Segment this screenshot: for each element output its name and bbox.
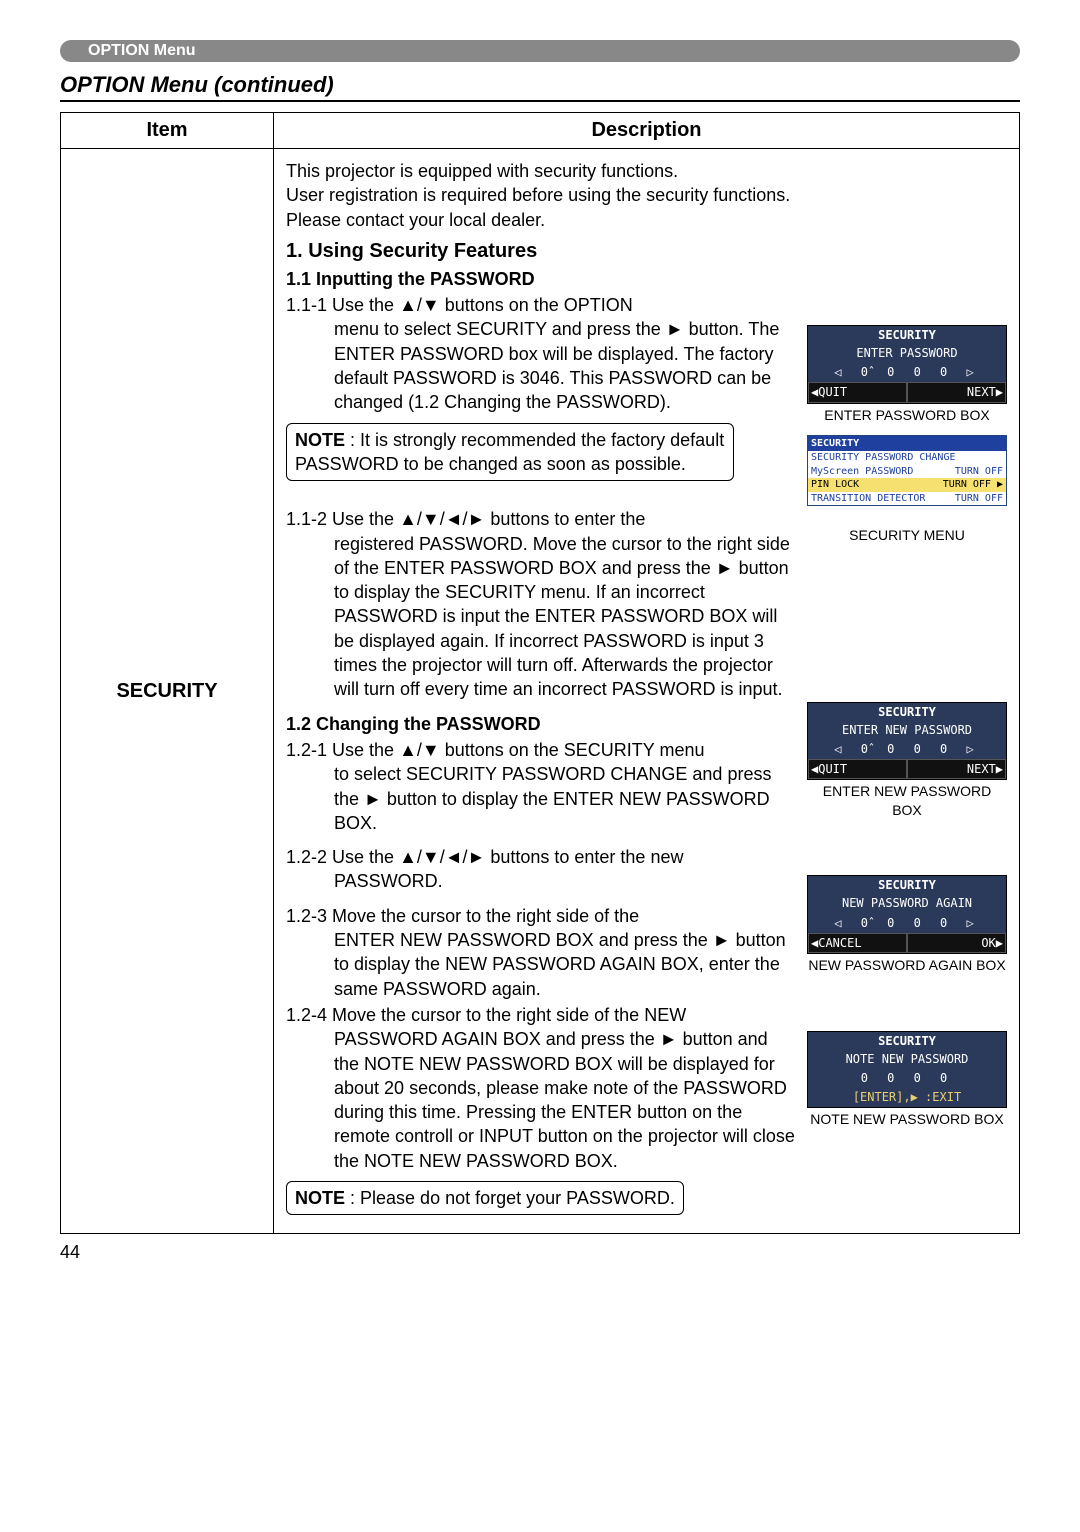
figure-new-password-again-box: SECURITY NEW PASSWORD AGAIN ◁ 0̂ 0 0 0 ▷…	[807, 875, 1007, 954]
step-1-1-2-body: registered PASSWORD. Move the cursor to …	[286, 532, 797, 702]
step-1-2-1-body: to select SECURITY PASSWORD CHANGE and p…	[286, 762, 797, 835]
figure-1-caption: ENTER PASSWORD BOX	[807, 406, 1007, 425]
heading-using-security: 1. Using Security Features	[286, 238, 1007, 265]
header-tab: OPTION Menu	[60, 40, 1020, 62]
header-tab-label: OPTION Menu	[74, 40, 210, 62]
note-1-label: NOTE	[295, 430, 345, 450]
step-1-2-4-body: PASSWORD AGAIN BOX and press the ► butto…	[286, 1027, 797, 1173]
figure-5-caption: NOTE NEW PASSWORD BOX	[807, 1110, 1007, 1129]
step-1-1-1-body: menu to select SECURITY and press the ► …	[286, 317, 797, 414]
note-1-text: : It is strongly recommended the factory…	[295, 430, 724, 474]
figure-4-caption: NEW PASSWORD AGAIN BOX	[807, 956, 1007, 975]
step-1-2-4-head: 1.2-4 Move the cursor to the right side …	[286, 1003, 797, 1027]
col-header-description: Description	[274, 113, 1020, 149]
step-1-2-2-body: PASSWORD.	[286, 869, 797, 893]
heading-changing-password: 1.2 Changing the PASSWORD	[286, 712, 797, 736]
figure-2-caption: SECURITY MENU	[807, 526, 1007, 545]
step-1-2-3-head: 1.2-3 Move the cursor to the right side …	[286, 904, 797, 928]
figure-enter-password-box: SECURITY ENTER PASSWORD ◁ 0̂ 0 0 0 ▷ ◀QU…	[807, 325, 1007, 404]
note-2-label: NOTE	[295, 1188, 345, 1208]
note-2-text: : Please do not forget your PASSWORD.	[345, 1188, 675, 1208]
page-number: 44	[60, 1242, 1020, 1263]
figure-3-caption: ENTER NEW PASSWORD BOX	[807, 782, 1007, 820]
section-title: OPTION Menu (continued)	[60, 68, 1020, 102]
step-1-1-1-head: 1.1-1 Use the ▲/▼ buttons on the OPTION	[286, 293, 797, 317]
figure-security-menu: SECURITY SECURITY PASSWORD CHANGE MyScre…	[807, 435, 1007, 507]
row-item-name: SECURITY	[61, 149, 274, 1234]
step-1-2-2-head: 1.2-2 Use the ▲/▼/◄/► buttons to enter t…	[286, 845, 797, 869]
col-header-item: Item	[61, 113, 274, 149]
figure-note-new-password-box: SECURITY NOTE NEW PASSWORD 0 0 0 0 [ENTE…	[807, 1031, 1007, 1108]
figure-enter-new-password-box: SECURITY ENTER NEW PASSWORD ◁ 0̂ 0 0 0 ▷…	[807, 702, 1007, 781]
step-1-2-3-body: ENTER NEW PASSWORD BOX and press the ► b…	[286, 928, 797, 1001]
note-box-2: NOTE : Please do not forget your PASSWOR…	[286, 1181, 684, 1215]
step-1-1-2-head: 1.1-2 Use the ▲/▼/◄/► buttons to enter t…	[286, 507, 797, 531]
heading-inputting-password: 1.1 Inputting the PASSWORD	[286, 267, 797, 291]
intro-text: This projector is equipped with security…	[286, 159, 1007, 232]
security-table: Item Description SECURITY This projector…	[60, 112, 1020, 1234]
note-box-1: NOTE : It is strongly recommended the fa…	[286, 423, 734, 482]
step-1-2-1-head: 1.2-1 Use the ▲/▼ buttons on the SECURIT…	[286, 738, 797, 762]
